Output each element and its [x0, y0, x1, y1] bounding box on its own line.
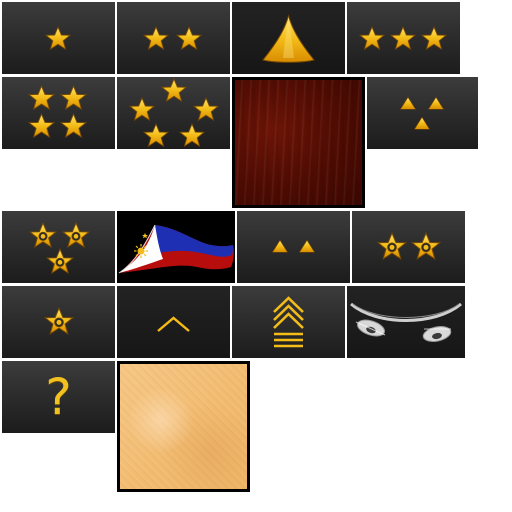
star-icon [359, 26, 447, 50]
rank-large-triangle-tile[interactable] [232, 2, 345, 74]
rank-five-stars-tile[interactable] [117, 77, 230, 149]
triangle-icon [400, 96, 444, 130]
rank-three-triangles-tile[interactable] [367, 77, 478, 149]
star-icon [129, 78, 219, 147]
sun-star-icon [44, 307, 74, 335]
star-icon [28, 85, 87, 138]
rank-three-stars-tile[interactable] [347, 2, 460, 74]
question-mark-icon: ? [45, 368, 72, 426]
unknown-rank-tile[interactable]: ? [2, 361, 115, 433]
rank-sergeant-chevrons-tile[interactable] [232, 286, 345, 358]
rank-three-sun-stars-tile[interactable] [2, 211, 115, 283]
flag-icon [118, 224, 234, 274]
sun-star-icon [29, 222, 90, 274]
rank-two-sun-stars-tile[interactable] [352, 211, 465, 283]
sun-star-icon [377, 232, 441, 260]
rank-one-sun-star-tile[interactable] [2, 286, 115, 358]
chevron-stripes-icon [273, 296, 304, 348]
rank-two-stars-tile[interactable] [117, 2, 230, 74]
star-icon [45, 26, 71, 50]
cannon-icon [350, 302, 462, 342]
rank-one-star-tile[interactable] [2, 2, 115, 74]
triangle-icon [262, 14, 315, 63]
philippine-flag-tile[interactable] [117, 211, 235, 283]
star-icon [143, 26, 202, 50]
rank-crossed-cannons-tile[interactable] [347, 286, 465, 358]
rank-two-triangles-tile[interactable] [237, 211, 350, 283]
rank-single-chevron-tile[interactable] [117, 286, 230, 358]
parchment-texture [117, 361, 250, 492]
triangle-icon [272, 239, 315, 253]
chevron-icon [157, 316, 190, 332]
wood-texture [232, 77, 365, 208]
rank-four-stars-tile[interactable] [2, 77, 115, 149]
